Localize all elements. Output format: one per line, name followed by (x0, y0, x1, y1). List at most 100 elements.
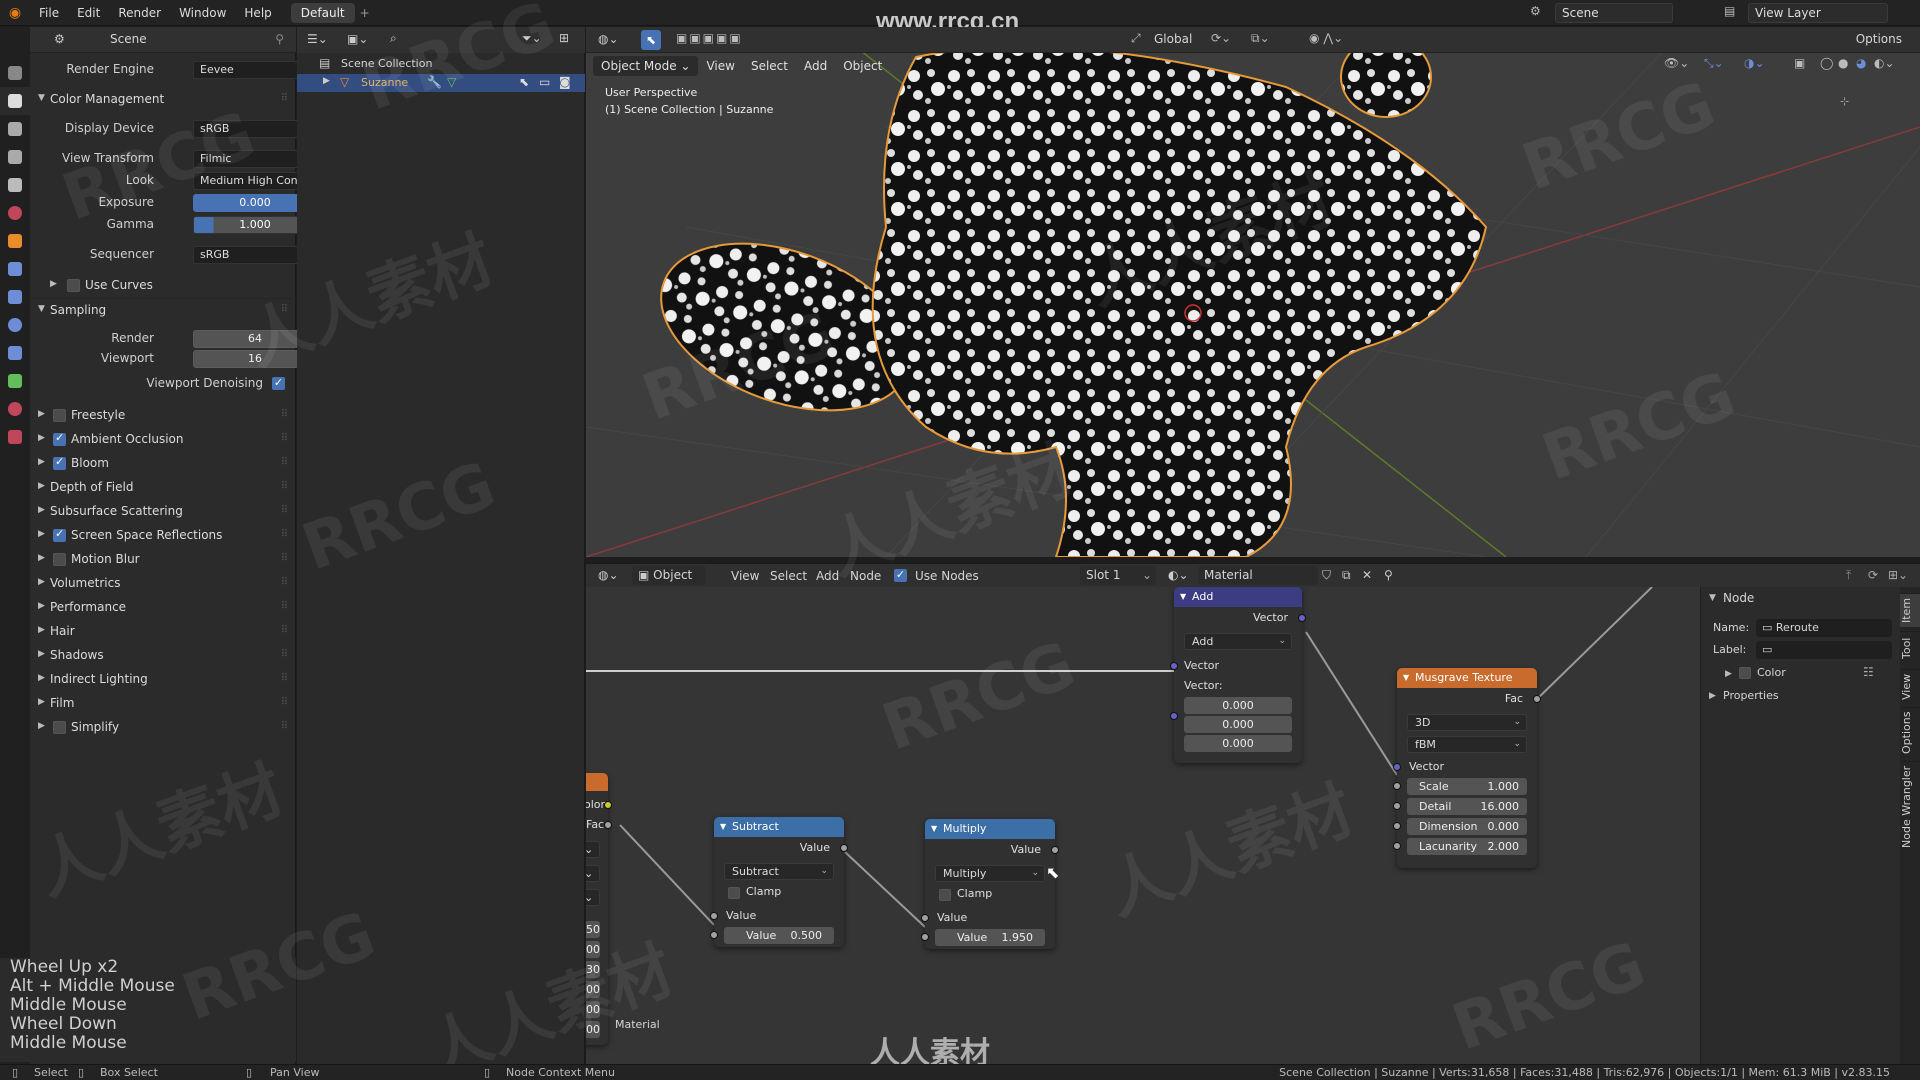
material-tab-icon[interactable] (0, 395, 30, 423)
duplicate-icon[interactable]: ⧉ (1342, 568, 1351, 583)
constraints-tab-icon[interactable] (0, 339, 30, 367)
properties-panel-label[interactable]: Properties (1723, 689, 1779, 702)
menu-add[interactable]: Add (796, 56, 835, 76)
fake-user-icon[interactable]: ⛉ (1322, 568, 1331, 583)
drag-handle-icon[interactable]: ⠿ (281, 601, 288, 612)
object-tab-icon[interactable] (0, 227, 30, 255)
subtract-operation-dropdown[interactable]: Subtract ⌄ (724, 863, 834, 880)
tab-tool[interactable]: Tool (1900, 631, 1920, 665)
expand-icon[interactable]: ▶ (38, 505, 45, 515)
partial-value-field[interactable]: 50 (586, 921, 600, 938)
multiply-value-field[interactable]: Value 1.950 (935, 929, 1045, 946)
vector-input-socket[interactable] (1170, 662, 1178, 670)
physics-tab-icon[interactable] (0, 311, 30, 339)
3d-viewport[interactable] (586, 27, 1920, 557)
select-icon[interactable]: ⬉ (519, 75, 529, 89)
transform-orientation-icon[interactable]: ⤢ (1131, 31, 1141, 46)
panel-color-management[interactable]: ▼ Color Management ⠿ (30, 88, 296, 112)
drag-handle-icon[interactable]: ⠿ (281, 433, 288, 444)
panel-checkbox[interactable] (53, 527, 66, 542)
gizmo-icon[interactable]: ⤡⌄ (1704, 56, 1724, 71)
color-panel-label[interactable]: Color (1757, 666, 1786, 679)
vector-output-socket[interactable] (1298, 614, 1306, 622)
vector-x-field[interactable]: 0.000 (1184, 697, 1292, 714)
panel-ambient-occlusion[interactable]: ▶ Ambient Occlusion ⠿ (30, 428, 296, 452)
add-operation-dropdown[interactable]: Add ⌄ (1184, 633, 1292, 650)
expand-icon[interactable]: ▶ (38, 577, 45, 587)
value-output-socket[interactable] (1051, 846, 1059, 854)
view-layer-icon[interactable]: ▤ (1724, 4, 1735, 18)
drag-handle-icon[interactable]: ⠿ (281, 697, 288, 708)
math-multiply-node[interactable]: ▼ Multiply Value Multiply ⌄ Clamp Value Va… (921, 819, 1059, 949)
expand-icon[interactable]: ▶ (38, 433, 45, 443)
panel-checkbox[interactable] (53, 455, 66, 470)
editor-type-icon[interactable]: ◍⌄ (598, 32, 619, 46)
vector-y-field[interactable]: 0.000 (1184, 716, 1292, 733)
scale-field[interactable]: Scale 1.000 (1407, 778, 1527, 795)
math-subtract-node[interactable]: ▼ Subtract Value Subtract ⌄ Clamp Value Va… (710, 817, 848, 947)
render-visibility-icon[interactable]: ◙ (559, 75, 571, 89)
panel-shadows[interactable]: ▶ Shadows ⠿ (30, 644, 296, 668)
snap-icon[interactable]: ⧉⌄ (1251, 31, 1270, 46)
menu-window[interactable]: Window (170, 0, 235, 26)
unlink-icon[interactable]: ✕ (1362, 568, 1372, 582)
overlay-icon[interactable]: ◑⌄ (1744, 56, 1765, 70)
tab-node-wrangler[interactable]: Node Wrangler (1900, 761, 1920, 851)
data-tab-icon[interactable] (0, 367, 30, 395)
snap-icon[interactable]: ⟳ (1868, 568, 1878, 582)
panel-film[interactable]: ▶ Film ⠿ (30, 692, 296, 716)
particles-tab-icon[interactable] (0, 283, 30, 311)
drag-handle-icon[interactable]: ⠿ (281, 529, 288, 540)
output-tab-icon[interactable] (0, 115, 30, 143)
partial-dropdown[interactable]: ⌄ (586, 841, 600, 858)
expand-icon[interactable]: ▶ (38, 481, 45, 491)
panel-hair[interactable]: ▶ Hair ⠿ (30, 620, 296, 644)
vector-math-add-node[interactable]: ▼ Add Vector Add ⌄ Vector Vector: 0.000 0.… (1170, 587, 1306, 763)
scene-selector[interactable]: Scene (1555, 3, 1673, 23)
slot-dropdown[interactable]: Slot 1 ⌄ (1080, 566, 1156, 585)
expand-icon[interactable]: ▶ (38, 697, 45, 707)
workspace-tab-default[interactable]: Default (290, 2, 355, 23)
menu-render[interactable]: Render (109, 0, 170, 26)
expand-icon[interactable]: ▶ (38, 409, 45, 419)
pivot-icon[interactable]: ⟳⌄ (1211, 31, 1231, 45)
expand-icon[interactable]: ▶ (38, 529, 45, 539)
view-layer-selector[interactable]: View Layer (1748, 3, 1888, 23)
select-tool-icon[interactable]: ⬉ (641, 30, 661, 50)
expand-icon[interactable]: ▶ (38, 601, 45, 611)
select-mode-icons[interactable]: ▣▣▣▣▣ (676, 31, 743, 45)
menu-view[interactable]: View (698, 56, 742, 76)
multiply-operation-dropdown[interactable]: Multiply ⌄ (935, 865, 1045, 882)
drag-handle-icon[interactable]: ⠿ (281, 553, 288, 564)
expand-icon[interactable]: ▶ (38, 553, 45, 563)
clamp-checkbox[interactable] (728, 887, 740, 899)
panel-checkbox[interactable] (53, 431, 66, 446)
view-layer-tab-icon[interactable] (0, 143, 30, 171)
clamp-checkbox[interactable] (939, 889, 951, 901)
panel-indirect-lighting[interactable]: ▶ Indirect Lighting ⠿ (30, 668, 296, 692)
musgrave-type-dropdown[interactable]: fBM ⌄ (1407, 736, 1527, 753)
panel-subsurface-scattering[interactable]: ▶ Subsurface Scattering ⠿ (30, 500, 296, 524)
texture-tab-icon[interactable] (0, 423, 30, 451)
panel-checkbox[interactable] (53, 553, 66, 566)
panel-bloom[interactable]: ▶ Bloom ⠿ (30, 452, 296, 476)
material-name-field[interactable]: Material (1198, 566, 1318, 585)
pin-icon[interactable]: ⚲ (1384, 568, 1393, 582)
lacunarity-field[interactable]: Lacunarity 2.000 (1407, 838, 1527, 855)
expand-icon[interactable]: ▶ (38, 673, 45, 683)
visibility-icon[interactable]: ▭ (539, 75, 550, 89)
options-dropdown[interactable]: Options (1856, 32, 1902, 46)
detail-input-socket[interactable] (1393, 802, 1401, 810)
menu-file[interactable]: File (30, 0, 68, 26)
editor-type-icon[interactable]: ☰⌄ (307, 32, 328, 46)
drag-handle-icon[interactable]: ⠿ (281, 457, 288, 468)
tool-tab-icon[interactable] (0, 59, 30, 87)
tab-options[interactable]: Options (1900, 707, 1920, 757)
menu-select[interactable]: Select (770, 569, 807, 583)
expand-icon[interactable]: ▶ (38, 457, 45, 467)
xray-icon[interactable]: ▣ (1794, 56, 1805, 70)
drag-handle-icon[interactable]: ⠿ (281, 481, 288, 492)
menu-help[interactable]: Help (235, 0, 280, 26)
parent-tree-icon[interactable]: ⤒ (1846, 568, 1851, 583)
modifier-tab-icon[interactable] (0, 255, 30, 283)
